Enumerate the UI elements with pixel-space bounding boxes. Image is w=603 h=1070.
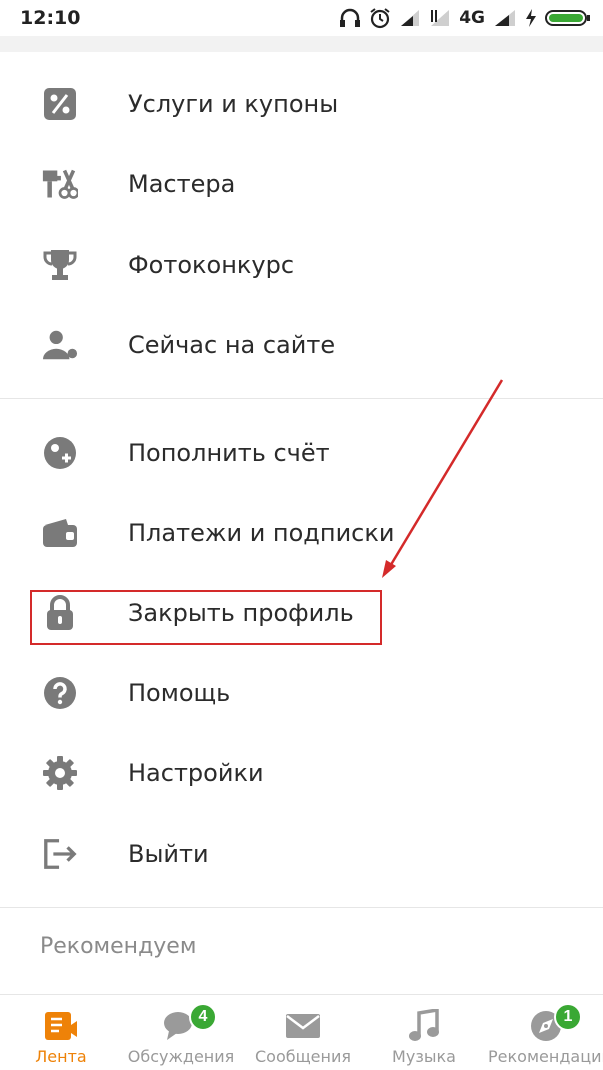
tools-icon	[42, 166, 78, 202]
menu-item-payments[interactable]: Платежи и подписки	[0, 493, 603, 573]
menu-label: Платежи и подписки	[128, 519, 395, 547]
no-signal-icon	[431, 10, 450, 26]
feed-icon	[43, 1009, 79, 1043]
menu-label: Сейчас на сайте	[128, 331, 336, 359]
menu-item-online-now[interactable]: Сейчас на сайте	[0, 305, 603, 385]
menu-item-logout[interactable]: Выйти	[0, 814, 603, 894]
network-type: 4G	[459, 8, 485, 28]
coin-add-icon	[42, 435, 78, 471]
alarm-icon	[370, 8, 390, 29]
menu-item-top-up[interactable]: Пополнить счёт	[0, 413, 603, 493]
logout-icon	[42, 836, 78, 872]
tab-messages[interactable]: Сообщения	[254, 995, 352, 1070]
help-icon	[42, 675, 78, 711]
status-time: 12:10	[20, 7, 81, 29]
tab-label: Музыка	[392, 1047, 456, 1066]
section-header-recommended: Рекомендуем	[40, 934, 197, 959]
menu-label: Мастера	[128, 170, 236, 198]
tab-discussions[interactable]: 4 Обсуждения	[128, 995, 234, 1070]
trophy-icon	[42, 247, 78, 283]
tab-label: Обсуждения	[127, 1047, 235, 1066]
menu-label: Фотоконкурс	[128, 251, 295, 279]
status-icons: 4G	[339, 7, 591, 29]
menu-item-help[interactable]: Помощь	[0, 653, 603, 733]
menu-label: Помощь	[128, 679, 231, 707]
menu-item-masters[interactable]: Мастера	[0, 144, 603, 224]
signal-icon	[401, 10, 420, 26]
signal-strength-icon	[495, 10, 515, 26]
tab-feed[interactable]: Лента	[22, 995, 100, 1070]
wallet-icon	[42, 515, 78, 551]
status-bar: 12:10 4G	[0, 0, 603, 36]
user-online-icon	[42, 327, 78, 363]
menu-item-services[interactable]: Услуги и купоны	[0, 64, 603, 144]
menu-label: Пополнить счёт	[128, 439, 330, 467]
discussions-icon: 4	[163, 1003, 217, 1043]
tab-label: Сообщения	[254, 1047, 351, 1066]
highlight-box	[30, 590, 382, 645]
menu-label: Услуги и купоны	[128, 90, 339, 118]
bottom-tab-bar: Лента 4 Обсуждения Сообщения Музыка 1 Ре…	[0, 994, 603, 1070]
gear-icon	[42, 755, 78, 791]
menu-top-strip	[0, 36, 603, 52]
battery-icon	[545, 10, 590, 26]
headphones-icon	[340, 8, 361, 27]
menu-divider	[0, 398, 603, 399]
menu-item-photo-contest[interactable]: Фотоконкурс	[0, 225, 603, 305]
tab-label: Лента	[35, 1047, 87, 1066]
messages-icon	[285, 1009, 321, 1043]
menu-label: Выйти	[128, 840, 209, 868]
menu-label: Настройки	[128, 759, 264, 787]
percent-icon	[42, 86, 78, 122]
charging-icon	[526, 9, 536, 27]
menu-divider	[0, 907, 603, 908]
music-icon	[406, 1009, 442, 1043]
recommendations-badge: 1	[554, 1003, 582, 1031]
tab-recommendations[interactable]: 1 Рекомендации	[486, 995, 603, 1070]
recommendations-icon: 1	[528, 1003, 582, 1043]
tab-music[interactable]: Музыка	[384, 995, 464, 1070]
discussions-badge: 4	[189, 1003, 217, 1031]
menu-item-settings[interactable]: Настройки	[0, 733, 603, 813]
tab-label: Рекомендации	[488, 1047, 603, 1066]
